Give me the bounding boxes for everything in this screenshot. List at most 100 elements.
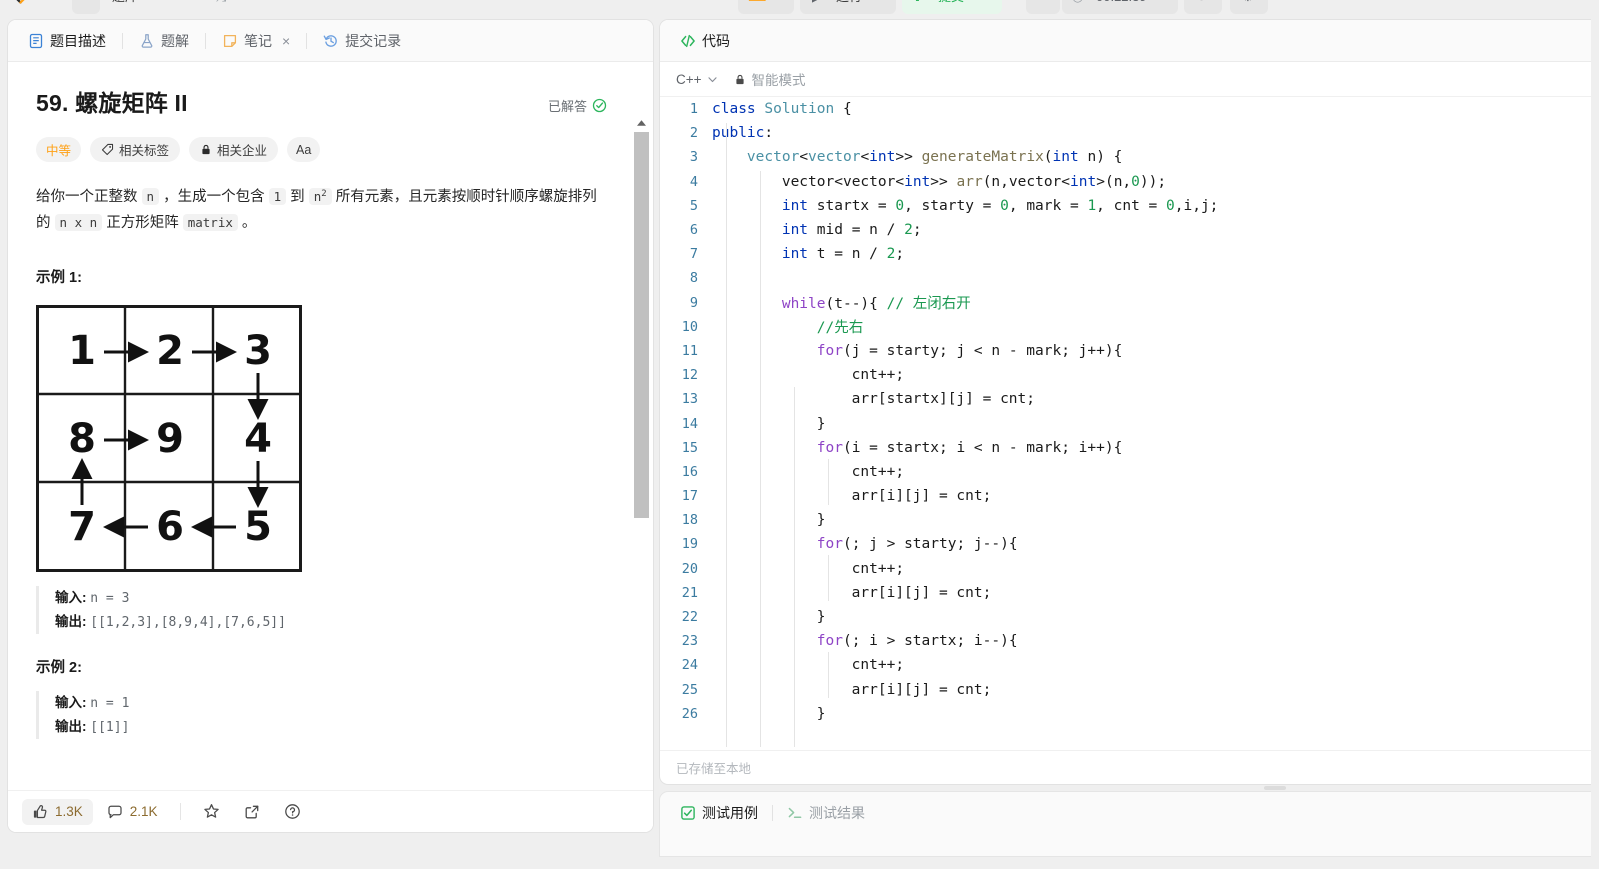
like-button[interactable]: 1.3K	[22, 798, 93, 825]
difficulty-chip[interactable]: 中等	[36, 137, 82, 162]
smart-mode-toggle[interactable]: 智能模式	[734, 69, 806, 89]
code-line[interactable]: 12 cnt++;	[660, 363, 1591, 387]
timer-prev-button[interactable]	[1026, 0, 1060, 14]
code-line[interactable]: 26 }	[660, 702, 1591, 726]
clock-icon: ◷	[1072, 0, 1083, 6]
line-number: 11	[681, 342, 698, 359]
code-line[interactable]: 7 int t = n / 2;	[660, 242, 1591, 266]
input-value: n = 1	[90, 696, 130, 712]
lock-icon	[202, 144, 210, 155]
problem-footer: 1.3K 2.1K	[8, 790, 653, 832]
leetcode-logo-icon[interactable]	[10, 0, 28, 7]
code-line[interactable]: 10 //先右	[660, 315, 1591, 339]
code-line[interactable]: 2 public:	[660, 121, 1591, 145]
code-line-text: }	[712, 512, 826, 529]
play-icon: ▶	[812, 0, 822, 6]
font-size-chip[interactable]: Aa	[287, 137, 321, 162]
tab-testresult-label: 测试结果	[809, 805, 865, 821]
code-line[interactable]: 25 arr[i][j] = cnt;	[660, 678, 1591, 702]
tab-notes-close-icon[interactable]: ×	[282, 34, 290, 48]
nav-problems[interactable]: 题库	[112, 0, 138, 6]
code-line[interactable]: 11 for(j = starty; j < n - mark; j++){	[660, 339, 1591, 363]
desc-part1: 给你一个正整数	[36, 189, 142, 206]
help-button[interactable]	[274, 798, 311, 825]
shuffle-icon[interactable]: ⤭	[216, 0, 226, 6]
comment-count: 2.1K	[129, 804, 158, 819]
code-line-text: cnt++;	[712, 367, 905, 384]
tab-submissions[interactable]: 提交记录	[315, 26, 409, 56]
code-line[interactable]: 13 arr[startx][j] = cnt;	[660, 387, 1591, 411]
code-line[interactable]: 3 vector<vector<int>> generateMatrix(int…	[660, 145, 1591, 169]
panel-resize-handle[interactable]	[1264, 786, 1286, 790]
share-button[interactable]	[234, 799, 270, 825]
scrollbar-thumb[interactable]	[634, 132, 649, 518]
code-line[interactable]: 20 cnt++;	[660, 557, 1591, 581]
tab-code[interactable]: 代码	[672, 26, 738, 56]
tab-notes[interactable]: 笔记 ×	[214, 26, 298, 56]
help-icon	[284, 804, 300, 819]
code-line[interactable]: 14 }	[660, 411, 1591, 435]
line-number: 15	[681, 439, 698, 456]
code-line-text: public:	[712, 125, 774, 142]
comment-button[interactable]: 2.1K	[97, 799, 168, 825]
example-1-output: 输出: [[1,2,3],[8,9,4],[7,6,5]]	[55, 610, 625, 634]
tab-divider	[122, 32, 123, 49]
code-line-text: for(j = starty; j < n - mark; j++){	[816, 342, 1123, 359]
example-2-io: 输入: n = 1 输出: [[1]]	[36, 691, 625, 740]
code-line[interactable]: 9 while(t--){ // 左闭右开	[660, 291, 1591, 315]
code-line-text: int t = n / 2;	[781, 246, 905, 263]
lock-icon	[735, 74, 744, 84]
tab-solutions[interactable]: 题解	[131, 26, 197, 56]
code-line[interactable]: 4 vector<vector<int>> arr(n,vector<int>(…	[660, 170, 1591, 194]
indent-guide	[828, 652, 829, 698]
input-key: 输入:	[55, 695, 87, 711]
tab-testresult[interactable]: 测试结果	[779, 798, 873, 828]
code-line[interactable]: 8	[660, 266, 1591, 290]
code-line[interactable]: 23 for(; i > startx; i--){	[660, 629, 1591, 653]
code-line[interactable]: 5 int startx = 0, starty = 0, mark = 1, …	[660, 194, 1591, 218]
tab-testcase[interactable]: 测试用例	[672, 798, 766, 828]
code-line[interactable]: 19 for(; j > starty; j--){	[660, 532, 1591, 556]
related-tags-chip[interactable]: 相关标签	[90, 137, 181, 162]
code-line-text: int mid = n / 2;	[781, 222, 922, 239]
tab-testcase-label: 测试用例	[702, 805, 758, 821]
desc-part2: ，生成一个包含	[159, 189, 269, 206]
prev-problem-icon[interactable]: ‹	[158, 0, 162, 6]
matrix-cell-1: 1	[68, 328, 96, 374]
line-number: 26	[681, 705, 698, 722]
line-number: 9	[689, 294, 698, 311]
code-line[interactable]: 1 class Solution {	[660, 97, 1591, 121]
code-line[interactable]: 18 }	[660, 508, 1591, 532]
language-selector[interactable]: C++	[676, 72, 718, 87]
code-line[interactable]: 15 for(i = startx; i < n - mark; i++){	[660, 436, 1591, 460]
star-icon	[203, 804, 219, 818]
input-key: 输入:	[55, 590, 87, 606]
note-icon	[223, 34, 237, 47]
related-companies-chip[interactable]: 相关企业	[189, 137, 279, 162]
code-line[interactable]: 17 arr[i][j] = cnt;	[660, 484, 1591, 508]
tab-divider	[205, 32, 206, 49]
related-tags-label: 相关标签	[119, 144, 170, 158]
scroll-up-arrow-icon[interactable]	[637, 120, 646, 126]
desc-code-n: n	[141, 188, 160, 206]
code-line-text: }	[712, 415, 826, 432]
top-toolbar: — 题库 ‹ › ⤭ ⌨ ▶ 运行 ⬆ 提交 ‹ ◷ 00:22:39 ↻ ⚙	[0, 0, 1599, 19]
checkbox-icon	[681, 806, 695, 820]
code-line[interactable]: 6 int mid = n / 2;	[660, 218, 1591, 242]
code-line-text: cnt++;	[712, 560, 905, 577]
code-line[interactable]: 24 cnt++;	[660, 653, 1591, 677]
matrix-cell-4: 4	[244, 416, 272, 462]
problem-tabbar: 题目描述 题解 笔记 × 提交记录	[8, 20, 653, 62]
favorite-button[interactable]	[193, 798, 230, 825]
code-editor[interactable]: 1 class Solution {2 public: 3 vector<vector…	[660, 97, 1591, 747]
language-label: C++	[676, 71, 702, 87]
code-line[interactable]: 21 arr[i][j] = cnt;	[660, 581, 1591, 605]
problem-scrollbar[interactable]	[634, 108, 649, 790]
line-number: 1	[689, 101, 698, 118]
tab-description[interactable]: 题目描述	[20, 26, 114, 56]
code-line-text: for(i = startx; i < n - mark; i++){	[816, 439, 1123, 456]
code-line[interactable]: 16 cnt++;	[660, 460, 1591, 484]
like-count: 1.3K	[55, 804, 83, 819]
next-problem-icon[interactable]: ›	[190, 0, 194, 6]
code-line[interactable]: 22 }	[660, 605, 1591, 629]
